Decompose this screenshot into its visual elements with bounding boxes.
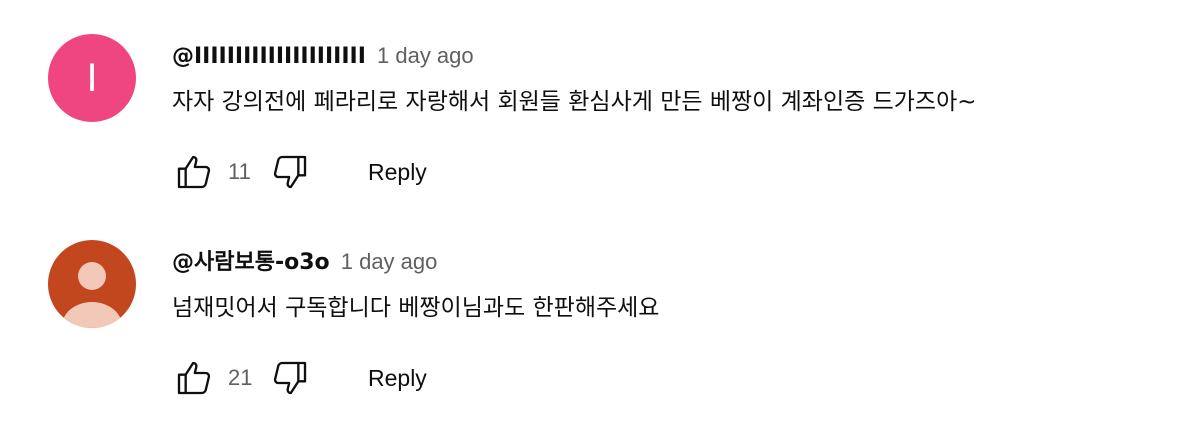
thumb-up-icon [177, 361, 211, 395]
dislike-button[interactable] [268, 358, 312, 398]
thumb-down-icon [273, 361, 307, 395]
default-avatar-icon [48, 240, 136, 328]
author-name[interactable]: @사람보통-o3o [172, 250, 330, 275]
reply-button[interactable]: Reply [368, 365, 427, 392]
like-button[interactable] [172, 152, 216, 192]
like-count: 11 [228, 159, 251, 184]
comment-time[interactable]: 1 day ago [341, 249, 438, 274]
comment-text: 넘재밋어서 구독합니다 베짱이님과도 한판해주세요 [172, 295, 660, 321]
avatar-letter: I [86, 55, 98, 100]
comment-time[interactable]: 1 day ago [377, 43, 474, 68]
comment-actions: 11 Reply [172, 152, 427, 192]
like-count: 21 [228, 365, 253, 390]
avatar[interactable]: I [48, 34, 136, 122]
avatar[interactable] [48, 240, 136, 328]
like-button[interactable] [172, 358, 216, 398]
thumb-down-icon [273, 155, 307, 189]
thumb-up-icon [177, 155, 211, 189]
comment-text: 자자 강의전에 페라리로 자랑해서 회원들 환심사게 만든 베짱이 계좌인증 드… [172, 89, 977, 115]
comment-actions: 21 Reply [172, 358, 427, 398]
comment-header: @사람보통-o3o 1 day ago [172, 245, 437, 281]
comment-header: @IIIIIIIIIIIIIIIIIIIII 1 day ago [172, 39, 474, 75]
reply-button[interactable]: Reply [368, 159, 427, 186]
author-name[interactable]: @IIIIIIIIIIIIIIIIIIIII [172, 44, 366, 69]
dislike-button[interactable] [268, 152, 312, 192]
